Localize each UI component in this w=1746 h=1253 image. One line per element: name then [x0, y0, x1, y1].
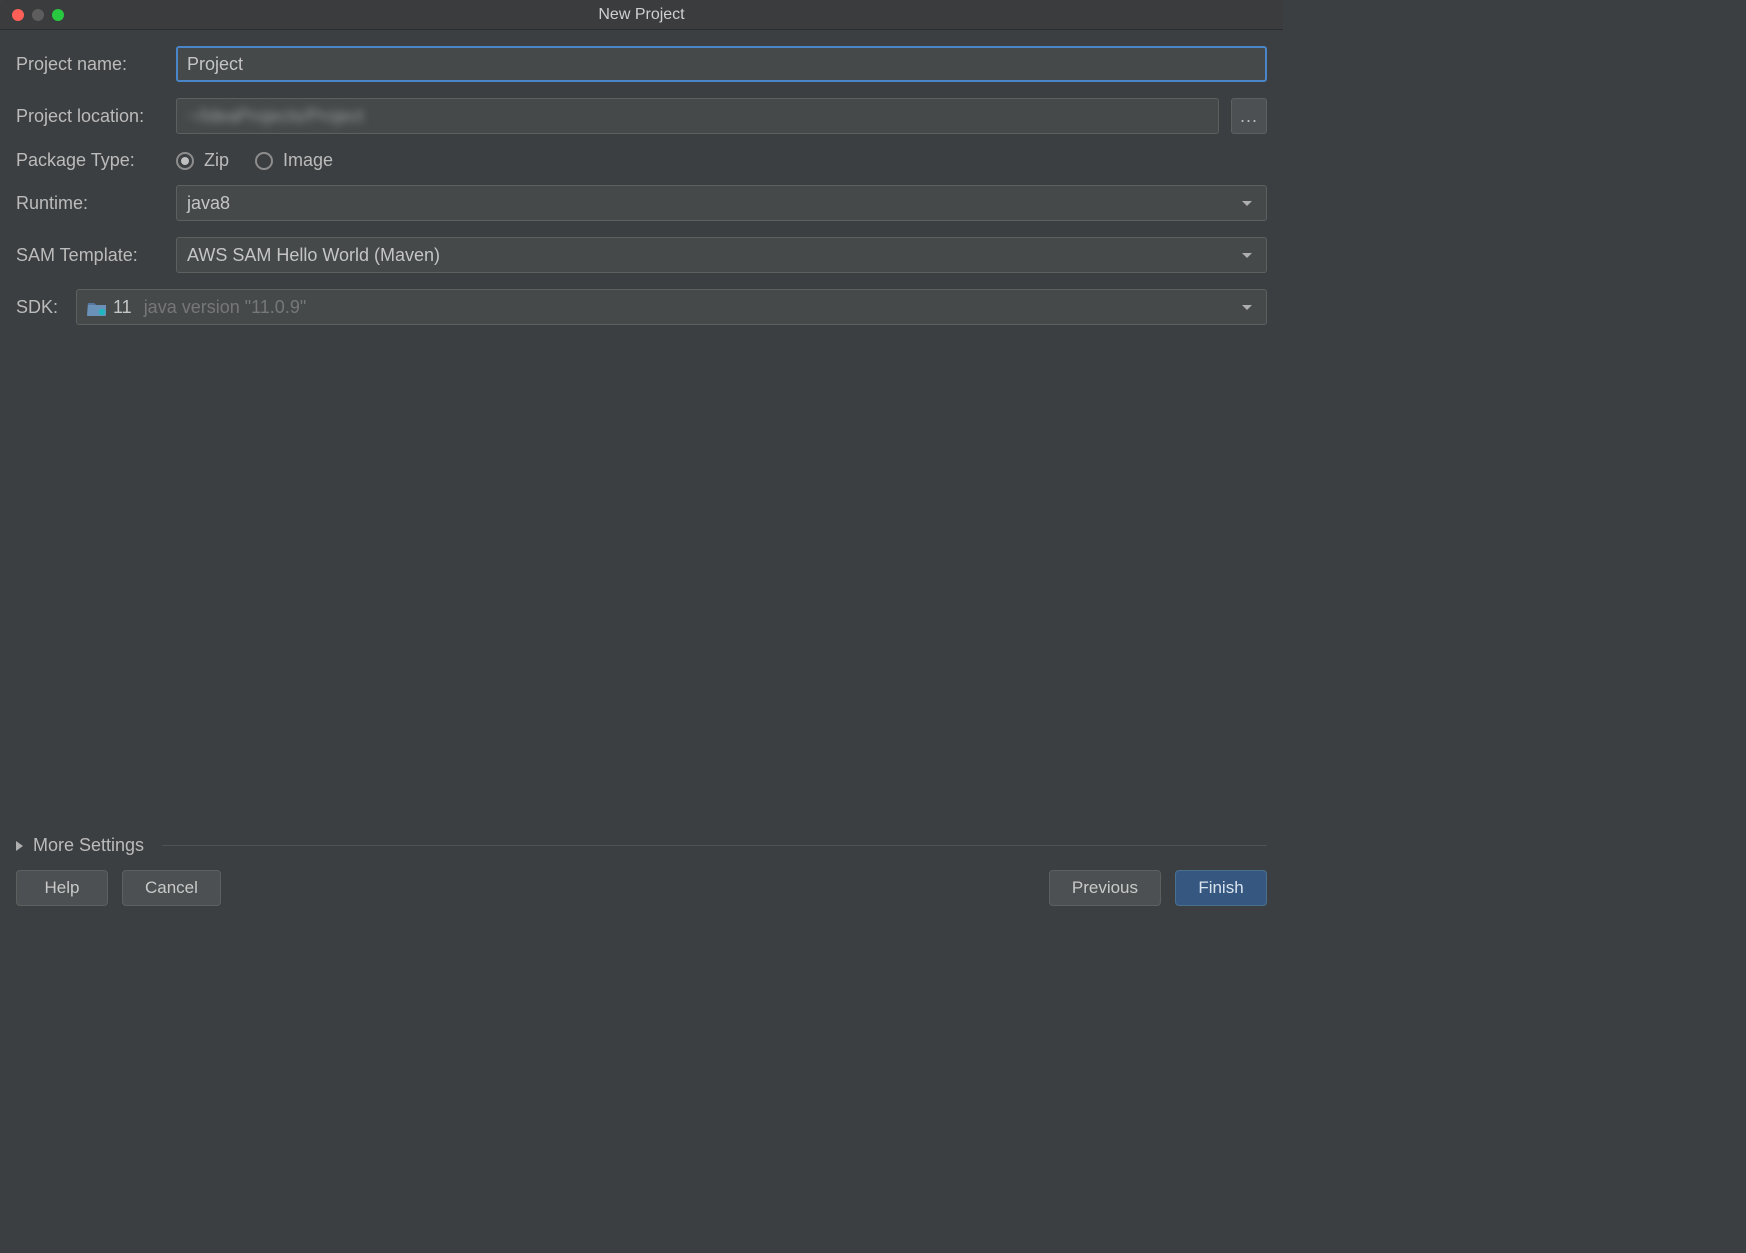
- package-type-image-label: Image: [283, 150, 333, 171]
- titlebar: New Project: [0, 0, 1283, 30]
- package-type-label: Package Type:: [16, 150, 176, 171]
- finish-button[interactable]: Finish: [1175, 870, 1267, 906]
- close-icon[interactable]: [12, 9, 24, 21]
- more-settings-toggle[interactable]: More Settings: [16, 835, 1267, 856]
- cancel-button[interactable]: Cancel: [122, 870, 221, 906]
- previous-button-label: Previous: [1072, 878, 1138, 898]
- finish-button-label: Finish: [1198, 878, 1243, 898]
- sdk-label: SDK:: [16, 297, 76, 318]
- previous-button[interactable]: Previous: [1049, 870, 1161, 906]
- divider: [162, 845, 1267, 846]
- package-type-zip-radio[interactable]: Zip: [176, 150, 229, 171]
- ellipsis-icon: ...: [1240, 106, 1258, 127]
- sdk-version: 11: [113, 297, 132, 318]
- sam-template-value: AWS SAM Hello World (Maven): [187, 245, 440, 266]
- project-name-value: Project: [187, 54, 243, 75]
- window-title: New Project: [0, 6, 1283, 24]
- dialog-footer: Help Cancel Previous Finish: [0, 870, 1283, 924]
- maximize-icon[interactable]: [52, 9, 64, 21]
- runtime-label: Runtime:: [16, 193, 176, 214]
- package-type-image-radio[interactable]: Image: [255, 150, 333, 171]
- help-button[interactable]: Help: [16, 870, 108, 906]
- browse-location-button[interactable]: ...: [1231, 98, 1267, 134]
- runtime-value: java8: [187, 193, 230, 214]
- dialog-content: Project name: Project Project location: …: [0, 30, 1283, 870]
- package-type-zip-label: Zip: [204, 150, 229, 171]
- sam-template-label: SAM Template:: [16, 245, 176, 266]
- package-type-group: Zip Image: [176, 150, 333, 171]
- help-button-label: Help: [45, 878, 80, 898]
- project-location-label: Project location:: [16, 106, 176, 127]
- sdk-select[interactable]: 11 java version "11.0.9": [76, 289, 1267, 325]
- minimize-icon[interactable]: [32, 9, 44, 21]
- project-name-input[interactable]: Project: [176, 46, 1267, 82]
- new-project-dialog: New Project Project name: Project Projec…: [0, 0, 1283, 924]
- project-name-label: Project name:: [16, 54, 176, 75]
- project-location-value: ~/IdeaProjects/Project: [187, 106, 364, 127]
- folder-icon: [87, 300, 105, 314]
- project-location-input[interactable]: ~/IdeaProjects/Project: [176, 98, 1219, 134]
- cancel-button-label: Cancel: [145, 878, 198, 898]
- chevron-down-icon: [1242, 253, 1252, 258]
- radio-unselected-icon: [255, 152, 273, 170]
- sdk-detail: java version "11.0.9": [144, 297, 307, 318]
- window-controls: [0, 9, 64, 21]
- runtime-select[interactable]: java8: [176, 185, 1267, 221]
- more-settings-label: More Settings: [33, 835, 144, 856]
- chevron-down-icon: [1242, 201, 1252, 206]
- radio-selected-icon: [176, 152, 194, 170]
- chevron-down-icon: [1242, 305, 1252, 310]
- disclosure-triangle-icon: [16, 841, 23, 851]
- sam-template-select[interactable]: AWS SAM Hello World (Maven): [176, 237, 1267, 273]
